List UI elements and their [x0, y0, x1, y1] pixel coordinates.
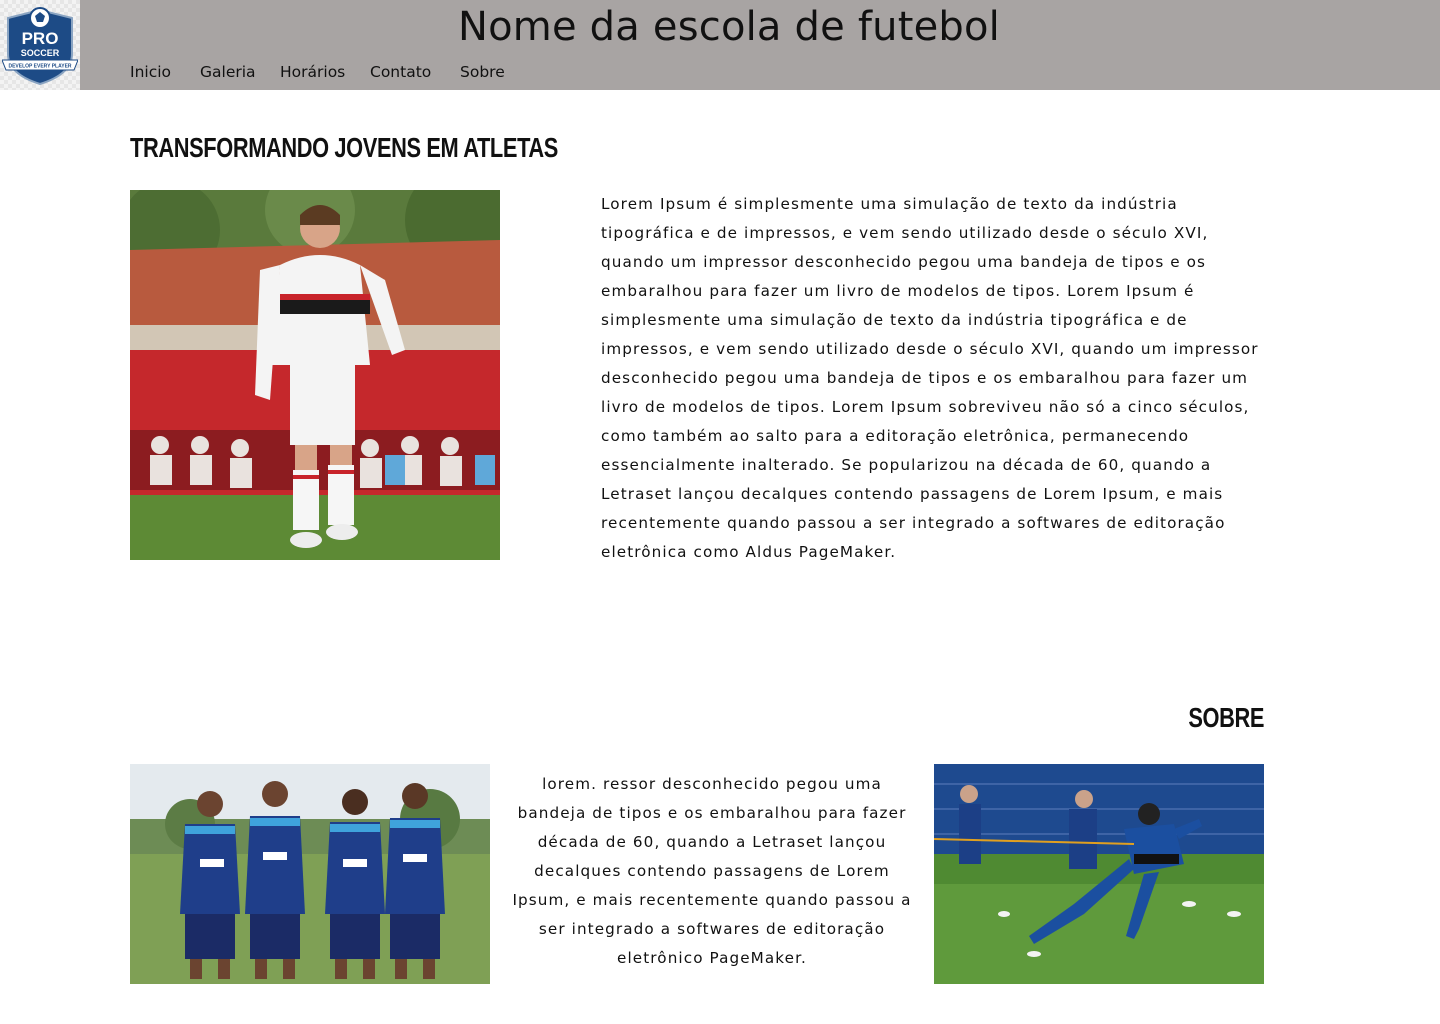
- nav-contato[interactable]: Contato: [370, 63, 431, 81]
- logo-tagline: DEVELOP EVERY PLAYER: [8, 64, 71, 70]
- about-text: lorem. ressor desconhecido pegou uma ban…: [512, 775, 912, 967]
- hero-text: Lorem Ipsum é simplesmente uma simulação…: [601, 195, 1259, 561]
- team-players-photo: [130, 764, 490, 984]
- nav-galeria[interactable]: Galeria: [200, 63, 256, 81]
- training-sprint-photo: [934, 764, 1264, 984]
- nav-inicio[interactable]: Inicio: [130, 63, 171, 81]
- nav-sobre[interactable]: Sobre: [460, 63, 505, 81]
- site-title: Nome da escola de futebol: [458, 4, 1000, 50]
- nav-horarios[interactable]: Horários: [280, 63, 345, 81]
- hero-heading: TRANSFORMANDO JOVENS EM ATLETAS: [130, 132, 558, 163]
- about-heading: SOBRE: [1188, 702, 1264, 733]
- site-header: PRO SOCCER DEVELOP EVERY PLAYER Nome da …: [0, 0, 1440, 90]
- youth-player-photo: [130, 190, 500, 560]
